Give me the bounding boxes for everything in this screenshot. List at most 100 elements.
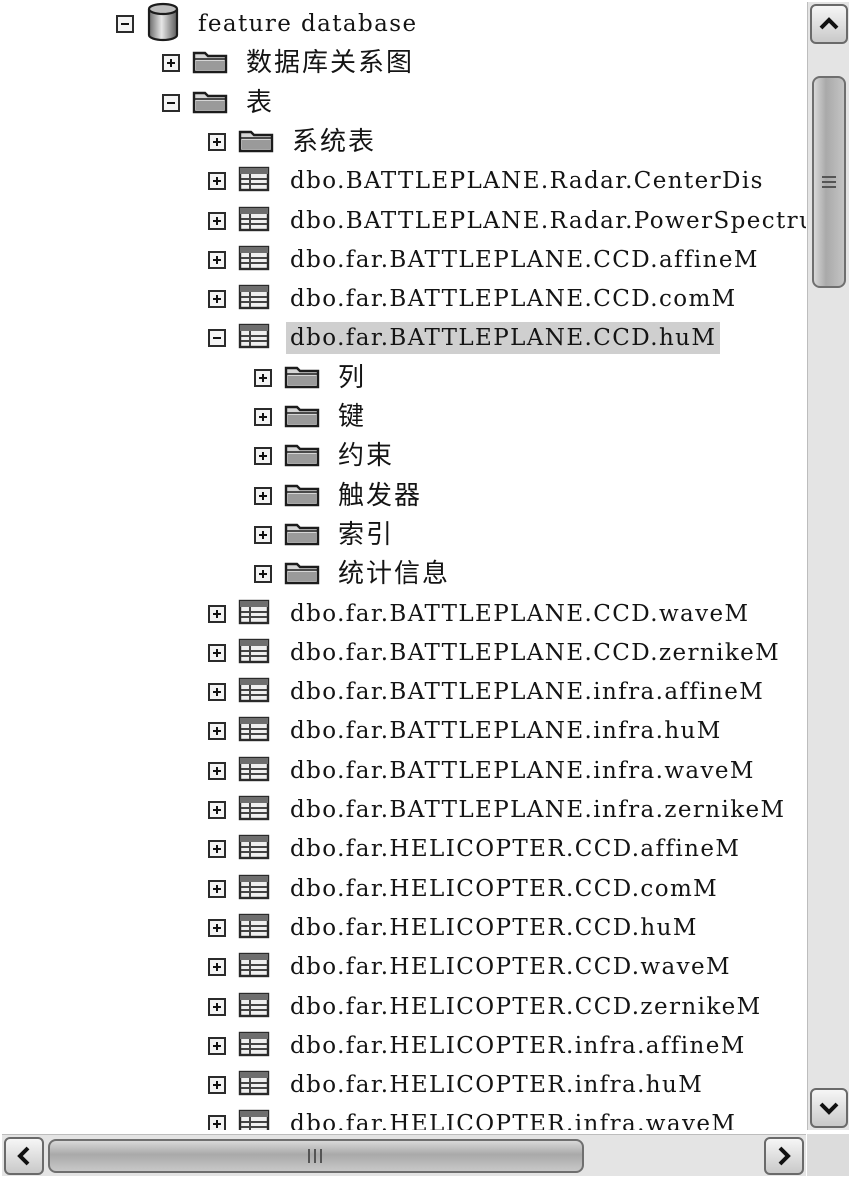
tree-node[interactable]: 列: [254, 360, 370, 396]
tree-node[interactable]: 触发器: [254, 478, 426, 514]
table-icon: [238, 598, 272, 630]
expand-toggle-icon[interactable]: [254, 486, 272, 505]
tree-node-label[interactable]: dbo.far.BATTLEPLANE.CCD.affineM: [286, 244, 763, 276]
tree-node[interactable]: feature database: [116, 2, 421, 42]
horizontal-scroll-thumb[interactable]: [48, 1139, 584, 1173]
tree-node-label[interactable]: 键: [334, 401, 370, 433]
tree-node-label[interactable]: dbo.far.HELICOPTER.infra.affineM: [286, 1030, 750, 1062]
tree-node-label[interactable]: dbo.far.HELICOPTER.CCD.zernikeM: [286, 991, 766, 1023]
tree-node-label[interactable]: dbo.far.BATTLEPLANE.CCD.zernikeM: [286, 637, 784, 669]
tree-node[interactable]: 系统表: [208, 124, 380, 160]
scroll-right-button[interactable]: [764, 1137, 804, 1175]
expand-toggle-icon[interactable]: [208, 1076, 226, 1095]
expand-toggle-icon[interactable]: [208, 1036, 226, 1055]
expand-toggle-icon[interactable]: [208, 604, 226, 623]
tree-node[interactable]: dbo.BATTLEPLANE.Radar.CenterDis: [208, 163, 768, 199]
collapse-toggle-icon[interactable]: [208, 329, 226, 348]
expand-toggle-icon[interactable]: [208, 643, 226, 662]
tree-node[interactable]: dbo.far.HELICOPTER.infra.waveM: [208, 1106, 740, 1130]
tree-node[interactable]: dbo.far.HELICOPTER.infra.affineM: [208, 1028, 750, 1064]
scroll-left-button[interactable]: [4, 1137, 44, 1175]
tree-node-label[interactable]: dbo.far.BATTLEPLANE.infra.zernikeM: [286, 794, 790, 826]
horizontal-scrollbar[interactable]: [2, 1134, 806, 1176]
tree-node[interactable]: dbo.far.BATTLEPLANE.infra.zernikeM: [208, 792, 790, 828]
tree-node-label[interactable]: 数据库关系图: [242, 47, 418, 79]
tree-node-label[interactable]: dbo.far.BATTLEPLANE.infra.waveM: [286, 755, 759, 787]
tree-node[interactable]: dbo.far.BATTLEPLANE.infra.waveM: [208, 753, 759, 789]
expand-toggle-icon[interactable]: [208, 918, 226, 937]
tree-node[interactable]: dbo.far.HELICOPTER.CCD.zernikeM: [208, 989, 766, 1025]
tree-node[interactable]: dbo.far.HELICOPTER.CCD.huM: [208, 910, 702, 946]
tree-node-label[interactable]: feature database: [194, 8, 421, 40]
tree-node-label[interactable]: 列: [334, 362, 370, 394]
tree-node-label[interactable]: dbo.far.HELICOPTER.infra.huM: [286, 1069, 707, 1101]
collapse-toggle-icon[interactable]: [162, 93, 180, 112]
expand-toggle-icon[interactable]: [208, 997, 226, 1016]
tree-node[interactable]: dbo.far.HELICOPTER.CCD.comM: [208, 871, 722, 907]
tree-node-label[interactable]: 表: [242, 87, 278, 119]
tree-node-label[interactable]: dbo.far.HELICOPTER.CCD.comM: [286, 873, 722, 905]
tree-node[interactable]: dbo.far.HELICOPTER.infra.huM: [208, 1067, 707, 1103]
tree-node-label[interactable]: dbo.BATTLEPLANE.Radar.CenterDis: [286, 165, 768, 197]
expand-toggle-icon[interactable]: [254, 368, 272, 387]
expand-toggle-icon[interactable]: [208, 250, 226, 269]
expand-toggle-icon[interactable]: [208, 761, 226, 780]
tree-node-label[interactable]: 触发器: [334, 480, 426, 512]
expand-toggle-icon[interactable]: [208, 801, 226, 819]
tree-node[interactable]: 索引: [254, 517, 398, 553]
expand-toggle-icon[interactable]: [208, 840, 226, 859]
expand-toggle-icon[interactable]: [208, 172, 226, 191]
tree-node-label[interactable]: dbo.far.HELICOPTER.CCD.huM: [286, 912, 702, 944]
tree-node-label[interactable]: 约束: [334, 440, 398, 472]
tree-node[interactable]: dbo.far.BATTLEPLANE.infra.affineM: [208, 674, 768, 710]
tree-node[interactable]: 表: [162, 85, 278, 121]
expand-toggle-icon[interactable]: [254, 408, 272, 426]
tree-node[interactable]: dbo.far.HELICOPTER.CCD.waveM: [208, 949, 735, 985]
table-icon: [238, 1069, 272, 1101]
expand-toggle-icon[interactable]: [208, 211, 226, 230]
chevron-left-icon: [17, 1146, 30, 1166]
expand-toggle-icon[interactable]: [208, 132, 226, 151]
tree-node-label[interactable]: 系统表: [288, 126, 380, 158]
tree-node-label[interactable]: 统计信息: [334, 558, 454, 590]
expand-toggle-icon[interactable]: [208, 879, 226, 898]
tree-node[interactable]: dbo.BATTLEPLANE.Radar.PowerSpectrum: [208, 203, 806, 239]
tree-view: feature database 数据库关系图表系统表 dbo.BATTLEPLAN…: [6, 2, 806, 1130]
expand-toggle-icon[interactable]: [208, 1115, 226, 1130]
tree-node-label[interactable]: dbo.far.BATTLEPLANE.CCD.comM: [286, 283, 741, 315]
tree-node-label[interactable]: dbo.far.HELICOPTER.infra.waveM: [286, 1108, 740, 1130]
tree-node[interactable]: 统计信息: [254, 556, 454, 592]
tree-node[interactable]: 数据库关系图: [162, 45, 418, 81]
tree-node-label[interactable]: dbo.far.BATTLEPLANE.infra.huM: [286, 715, 726, 747]
tree-node[interactable]: dbo.far.BATTLEPLANE.CCD.zernikeM: [208, 635, 784, 671]
tree-node[interactable]: dbo.far.HELICOPTER.CCD.affineM: [208, 831, 744, 867]
expand-toggle-icon[interactable]: [208, 722, 226, 741]
vertical-scroll-thumb[interactable]: [812, 76, 846, 288]
expand-toggle-icon[interactable]: [162, 54, 180, 73]
tree-node[interactable]: dbo.far.BATTLEPLANE.CCD.affineM: [208, 242, 763, 278]
tree-node-label[interactable]: dbo.BATTLEPLANE.Radar.PowerSpectrum: [286, 205, 806, 237]
tree-node-label[interactable]: dbo.far.BATTLEPLANE.CCD.waveM: [286, 598, 754, 630]
tree-node-label[interactable]: 索引: [334, 519, 398, 551]
scroll-up-button[interactable]: [810, 4, 848, 44]
expand-toggle-icon[interactable]: [254, 447, 272, 466]
tree-node[interactable]: 键: [254, 399, 370, 435]
collapse-toggle-icon[interactable]: [116, 15, 134, 33]
expand-toggle-icon[interactable]: [208, 683, 226, 702]
expand-toggle-icon[interactable]: [254, 565, 272, 584]
tree-node-label-selected[interactable]: dbo.far.BATTLEPLANE.CCD.huM: [286, 322, 721, 355]
vertical-scrollbar[interactable]: [807, 2, 849, 1130]
expand-toggle-icon[interactable]: [208, 290, 226, 309]
tree-node-label[interactable]: dbo.far.BATTLEPLANE.infra.affineM: [286, 676, 768, 708]
tree-node[interactable]: dbo.far.BATTLEPLANE.CCD.comM: [208, 281, 741, 317]
tree-node[interactable]: dbo.far.BATTLEPLANE.infra.huM: [208, 713, 726, 749]
tree-node[interactable]: 约束: [254, 438, 398, 474]
tree-node[interactable]: dbo.far.BATTLEPLANE.CCD.huM: [208, 320, 721, 356]
scroll-down-button[interactable]: [810, 1088, 848, 1128]
tree-node-label[interactable]: dbo.far.HELICOPTER.CCD.waveM: [286, 951, 735, 983]
expand-toggle-icon[interactable]: [254, 525, 272, 544]
expand-toggle-icon[interactable]: [208, 958, 226, 977]
tree-node-label[interactable]: dbo.far.HELICOPTER.CCD.affineM: [286, 833, 744, 865]
folder-icon: [284, 441, 320, 471]
tree-node[interactable]: dbo.far.BATTLEPLANE.CCD.waveM: [208, 596, 754, 632]
